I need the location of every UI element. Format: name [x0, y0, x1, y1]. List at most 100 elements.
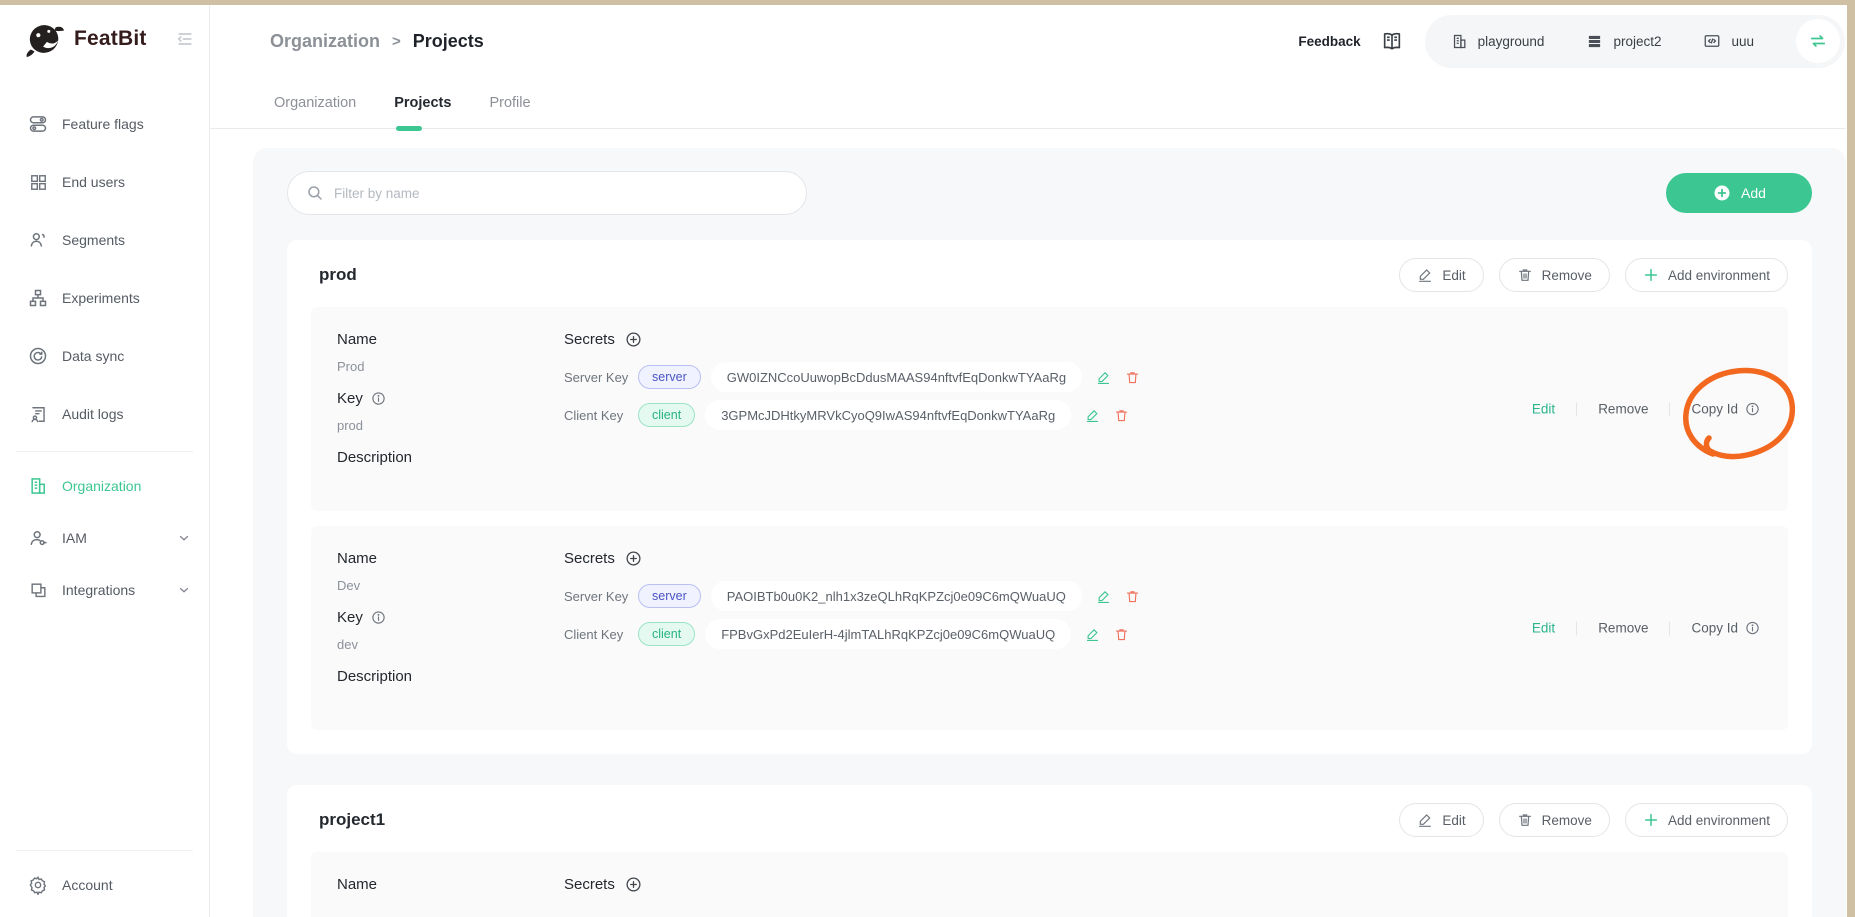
add-environment-button[interactable]: Add environment — [1625, 258, 1788, 292]
tab-projects[interactable]: Projects — [390, 85, 455, 128]
name-label: Name — [337, 550, 377, 567]
secrets-label: Secrets — [564, 550, 615, 567]
add-secret-icon[interactable] — [625, 331, 642, 348]
active-tab-indicator — [396, 126, 422, 131]
experiments-icon — [28, 288, 48, 308]
client-badge: client — [638, 403, 695, 427]
sidebar-collapse-icon[interactable] — [175, 29, 195, 49]
delete-secret-icon[interactable] — [1125, 370, 1140, 385]
sidebar-item-end-users[interactable]: End users — [0, 153, 209, 211]
project-card-project1: project1 Edit — [287, 785, 1812, 917]
divider — [1576, 402, 1577, 416]
workspace-environment[interactable]: uuu — [1703, 32, 1754, 50]
edit-secret-icon[interactable] — [1096, 589, 1111, 604]
tab-organization[interactable]: Organization — [270, 85, 360, 128]
environment-actions: Edit Remove Copy Id — [1532, 621, 1760, 636]
pencil-icon — [1417, 267, 1433, 283]
edit-environment-link[interactable]: Edit — [1532, 402, 1555, 417]
remove-project-button[interactable]: Remove — [1499, 258, 1610, 292]
edit-secret-icon[interactable] — [1096, 370, 1111, 385]
client-badge: client — [638, 622, 695, 646]
secrets-label: Secrets — [564, 876, 615, 893]
sidebar-item-label: Experiments — [62, 290, 140, 306]
workspace-project[interactable]: project2 — [1586, 33, 1661, 50]
remove-project-button[interactable]: Remove — [1499, 803, 1610, 837]
copy-id-link[interactable]: Copy Id — [1691, 621, 1760, 636]
tab-profile[interactable]: Profile — [485, 85, 534, 128]
breadcrumb-separator: > — [392, 33, 401, 50]
info-icon — [371, 610, 386, 625]
feedback-link[interactable]: Feedback — [1298, 34, 1360, 49]
project-card-prod: prod Edit — [287, 240, 1812, 754]
edit-secret-icon[interactable] — [1085, 408, 1100, 423]
tab-label: Organization — [274, 95, 356, 111]
remove-environment-link[interactable]: Remove — [1598, 402, 1648, 417]
iam-icon — [28, 528, 48, 548]
sidebar-item-organization[interactable]: Organization — [0, 460, 209, 512]
environment-row: Name Secrets — [311, 852, 1788, 917]
remove-environment-link[interactable]: Remove — [1598, 621, 1648, 636]
sidebar-item-segments[interactable]: Segments — [0, 211, 209, 269]
workspace-organization-name: playground — [1478, 34, 1545, 49]
tab-label: Projects — [394, 95, 451, 111]
sidebar-item-iam[interactable]: IAM — [0, 512, 209, 564]
audit-logs-icon — [28, 404, 48, 424]
add-secret-icon[interactable] — [625, 550, 642, 567]
sidebar-item-label: Feature flags — [62, 116, 144, 132]
workspace-environment-name: uuu — [1731, 34, 1754, 49]
filter-search-box[interactable] — [287, 171, 807, 215]
sidebar-item-experiments[interactable]: Experiments — [0, 269, 209, 327]
account-section: Account — [0, 842, 209, 917]
server-key-label: Server Key — [564, 589, 634, 604]
copy-id-label: Copy Id — [1691, 621, 1738, 636]
sidebar-item-audit-logs[interactable]: Audit logs — [0, 385, 209, 443]
add-button-label: Add — [1741, 185, 1766, 201]
delete-secret-icon[interactable] — [1114, 627, 1129, 642]
data-sync-icon — [28, 346, 48, 366]
delete-secret-icon[interactable] — [1125, 589, 1140, 604]
sidebar-item-label: End users — [62, 174, 125, 190]
feature-flags-icon — [28, 114, 48, 134]
environment-name: Dev — [337, 578, 564, 593]
sidebar-item-data-sync[interactable]: Data sync — [0, 327, 209, 385]
edit-environment-link[interactable]: Edit — [1532, 621, 1555, 636]
info-icon — [1745, 402, 1760, 417]
breadcrumb-parent[interactable]: Organization — [270, 31, 380, 52]
sidebar-item-label: Audit logs — [62, 406, 123, 422]
copy-id-link[interactable]: Copy Id — [1691, 402, 1760, 417]
copy-id-label: Copy Id — [1691, 402, 1738, 417]
server-key-value: GW0IZNCcoUuwopBcDdusMAAS94nftvfEqDonkwTY… — [711, 362, 1082, 392]
add-secret-icon[interactable] — [625, 876, 642, 893]
environment-actions: Edit Remove Copy Id — [1532, 402, 1760, 417]
name-label: Name — [337, 331, 377, 348]
environment-key: dev — [337, 637, 564, 652]
sidebar-item-account[interactable]: Account — [0, 859, 209, 911]
plus-icon — [1643, 267, 1659, 283]
button-label: Edit — [1442, 268, 1465, 283]
edit-project-button[interactable]: Edit — [1399, 258, 1483, 292]
segments-icon — [28, 230, 48, 250]
breadcrumb: Organization > Projects — [270, 31, 484, 52]
name-label: Name — [337, 876, 377, 893]
sidebar-item-label: Integrations — [62, 582, 135, 598]
workspace-switch-button[interactable] — [1796, 19, 1840, 63]
swap-arrows-icon — [1808, 31, 1828, 51]
client-key-label: Client Key — [564, 408, 634, 423]
server-badge: server — [638, 584, 701, 608]
add-environment-button[interactable]: Add environment — [1625, 803, 1788, 837]
plus-circle-icon — [1712, 183, 1732, 203]
edit-secret-icon[interactable] — [1085, 627, 1100, 642]
top-header: Organization > Projects Feedback — [210, 5, 1847, 77]
workspace-organization[interactable]: playground — [1451, 33, 1545, 50]
chevron-down-icon — [177, 531, 191, 545]
sidebar-item-feature-flags[interactable]: Feature flags — [0, 95, 209, 153]
description-label: Description — [337, 668, 412, 685]
sidebar-item-integrations[interactable]: Integrations — [0, 564, 209, 616]
delete-secret-icon[interactable] — [1114, 408, 1129, 423]
add-project-button[interactable]: Add — [1666, 173, 1812, 213]
edit-project-button[interactable]: Edit — [1399, 803, 1483, 837]
filter-by-name-input[interactable] — [334, 186, 788, 201]
docs-book-icon[interactable] — [1381, 30, 1403, 52]
sidebar-item-label: Segments — [62, 232, 125, 248]
sidebar-item-label: Account — [62, 877, 113, 893]
